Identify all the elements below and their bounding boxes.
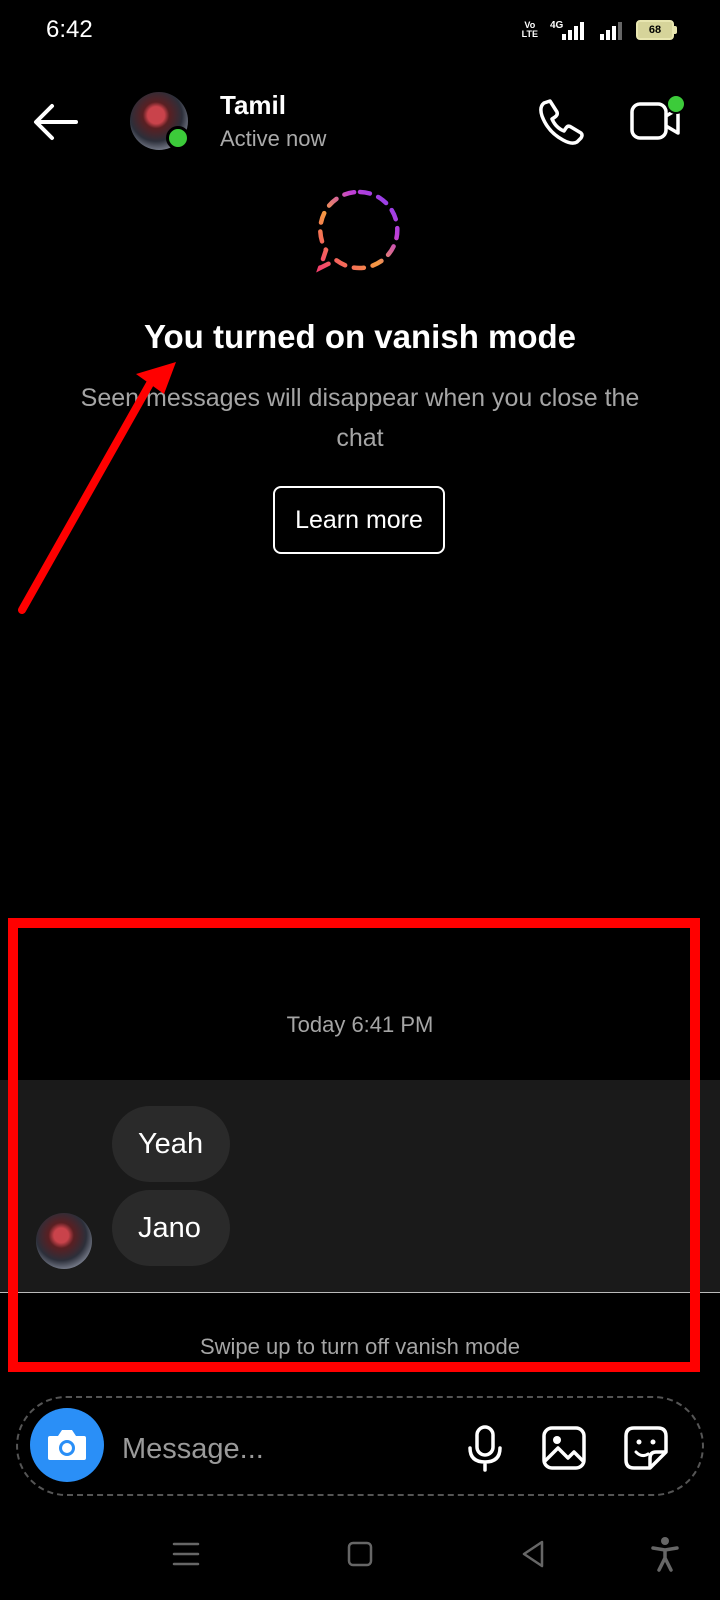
online-indicator	[166, 126, 190, 150]
annotation-arrow	[18, 362, 176, 614]
menu-icon[interactable]	[166, 1534, 206, 1574]
microphone-icon[interactable]	[464, 1424, 506, 1472]
back-triangle-icon[interactable]	[514, 1534, 554, 1574]
annotation-highlight-box	[8, 918, 700, 1372]
contact-name[interactable]: Tamil	[220, 90, 286, 121]
back-arrow-icon[interactable]	[30, 100, 82, 144]
video-call-button[interactable]	[628, 94, 688, 146]
camera-icon	[48, 1430, 86, 1460]
contact-status: Active now	[220, 126, 327, 151]
vanish-mode-icon	[316, 189, 400, 273]
status-time: 6:42	[46, 16, 93, 43]
contact-avatar[interactable]	[130, 92, 190, 150]
accessibility-icon[interactable]	[645, 1534, 685, 1574]
active-indicator	[666, 94, 686, 114]
status-icons: Vo LTE 4G 68	[521, 18, 677, 42]
home-icon[interactable]	[340, 1534, 380, 1574]
gallery-icon[interactable]	[540, 1424, 588, 1472]
signal-icon	[600, 22, 622, 40]
battery-indicator: 68	[636, 20, 677, 40]
sticker-icon[interactable]	[622, 1424, 670, 1472]
message-input[interactable]	[120, 1420, 444, 1478]
volte-label: Vo LTE	[521, 20, 538, 39]
phone-icon[interactable]	[536, 96, 586, 146]
learn-more-button[interactable]: Learn more	[273, 486, 445, 554]
svg-text:4G: 4G	[550, 20, 564, 31]
signal-4g-icon: 4G	[550, 20, 584, 40]
camera-button[interactable]	[30, 1408, 104, 1482]
